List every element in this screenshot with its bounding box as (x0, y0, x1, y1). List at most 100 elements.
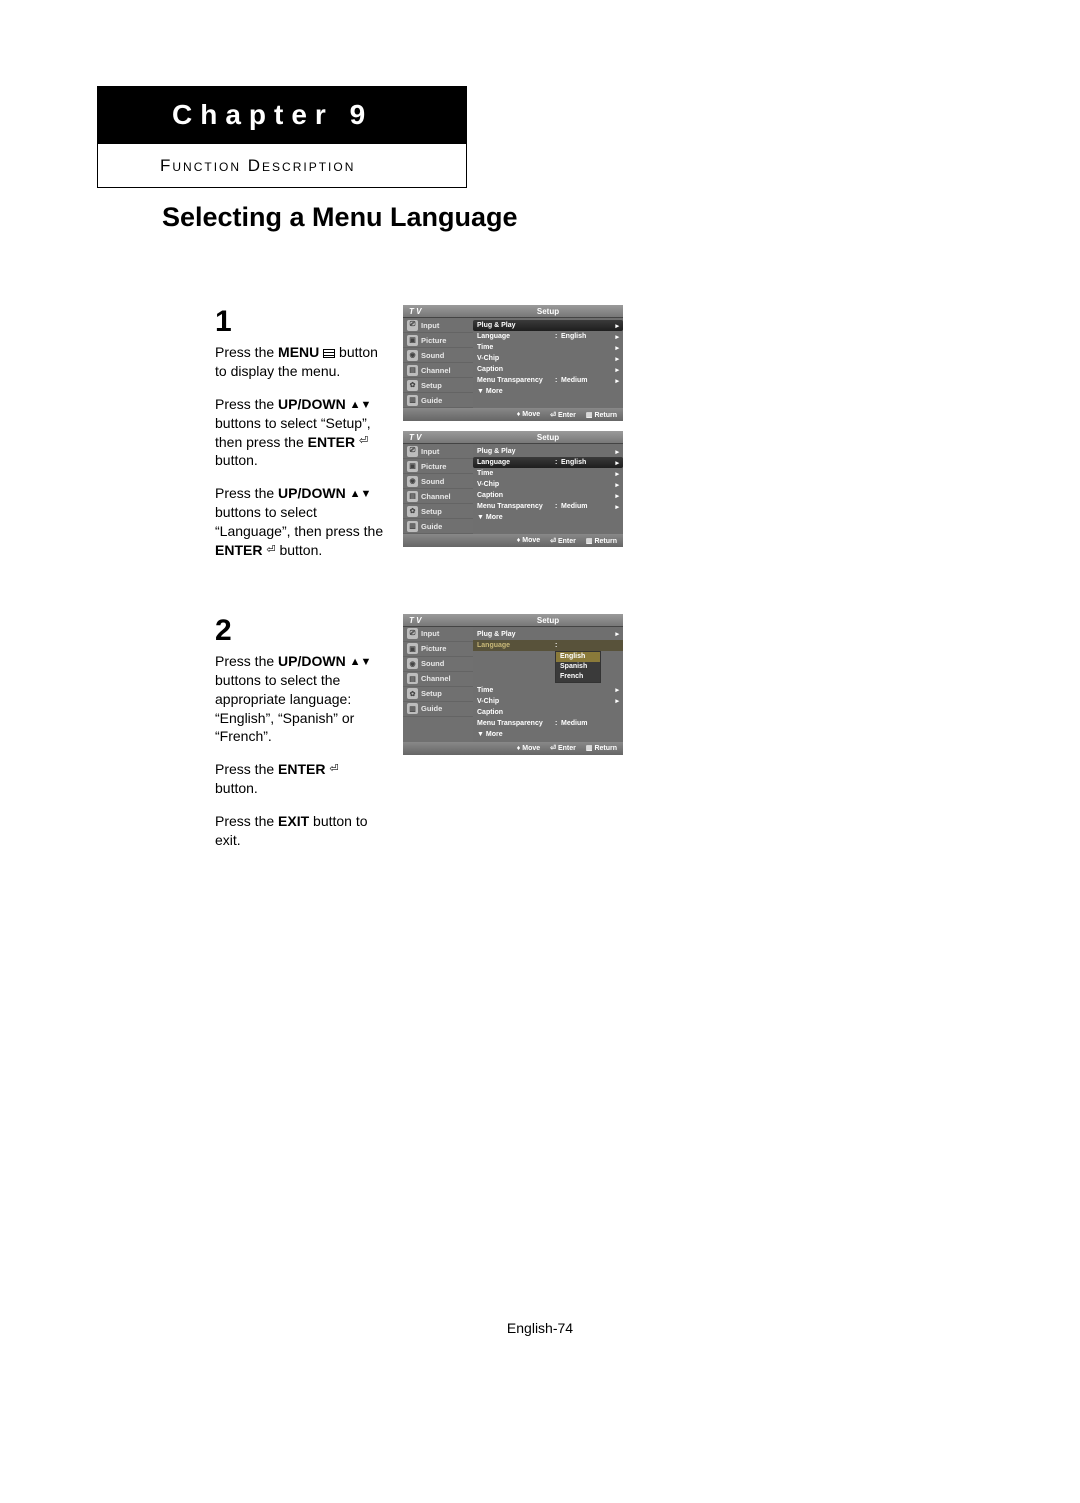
instruction: Press the MENU button to display the men… (215, 343, 385, 381)
instruction: Press the UP/DOWN ▲▼ buttons to select t… (215, 652, 385, 746)
updown-icon: ▲▼ (350, 398, 372, 413)
step-2-text: 2 Press the UP/DOWN ▲▼ buttons to select… (215, 614, 385, 864)
osd-sidebar: ⎚Input ▣Picture ◉Sound ▤Channel ✿Setup ▥… (403, 318, 473, 408)
step-2: 2 Press the UP/DOWN ▲▼ buttons to select… (215, 614, 895, 864)
footer-move: ♦ Move (517, 537, 540, 544)
osd-main: Plug & Play▸ Language:English▸ Time▸ V-C… (473, 444, 623, 534)
setup-icon: ✿ (407, 506, 418, 517)
row-plugplay: Plug & Play▸ (473, 320, 623, 331)
osd-main: Plug & Play▸ Language:English▸ Time▸ V-C… (473, 318, 623, 408)
sidebar-item-guide: ▥Guide (403, 519, 473, 534)
enter-icon: ⏎ (329, 762, 338, 777)
chevron-right-icon: ▸ (615, 697, 619, 705)
osd-setup-label: Setup (473, 431, 623, 444)
picture-icon: ▣ (407, 643, 418, 654)
chevron-right-icon: ▸ (615, 366, 619, 374)
osd-footer: ♦ Move ⏎ Enter ▥ Return (403, 742, 623, 755)
sidebar-item-channel: ▤Channel (403, 672, 473, 687)
chevron-right-icon: ▸ (615, 333, 619, 341)
sidebar-item-channel: ▤Channel (403, 363, 473, 378)
row-more: ▼ More (473, 512, 623, 523)
sound-icon: ◉ (407, 476, 418, 487)
section-header: Function Description (97, 144, 467, 188)
step-number: 2 (215, 614, 385, 648)
sidebar-item-setup: ✿Setup (403, 378, 473, 393)
updown-icon: ▲▼ (350, 487, 372, 502)
step-1: 1 Press the MENU button to display the m… (215, 305, 895, 574)
language-dropdown: English Spanish French (555, 651, 601, 683)
step-2-screens: T V Setup ⎚Input ▣Picture ◉Sound ▤Channe… (403, 614, 623, 755)
step-1-screens: T V Setup ⎚Input ▣Picture ◉Sound ▤Channe… (403, 305, 623, 547)
row-more: ▼ More (473, 729, 623, 740)
sidebar-item-input: ⎚Input (403, 318, 473, 333)
chapter-label: Chapter 9 (172, 99, 373, 131)
chevron-right-icon: ▸ (615, 355, 619, 363)
chevron-right-icon: ▸ (615, 470, 619, 478)
chevron-right-icon: ▸ (615, 459, 619, 467)
osd-screen: T V Setup ⎚Input ▣Picture ◉Sound ▤Channe… (403, 305, 623, 421)
sidebar-item-setup: ✿Setup (403, 504, 473, 519)
manual-page: Chapter 9 Function Description Selecting… (97, 86, 983, 864)
instruction: Press the UP/DOWN ▲▼ buttons to select “… (215, 395, 385, 471)
step-1-text: 1 Press the MENU button to display the m… (215, 305, 385, 574)
chevron-right-icon: ▸ (615, 448, 619, 456)
sidebar-item-setup: ✿Setup (403, 687, 473, 702)
row-language: Language:English▸ (473, 331, 623, 342)
updown-icon: ▲▼ (350, 655, 372, 670)
guide-icon: ▥ (407, 395, 418, 406)
row-plugplay: Plug & Play▸ (473, 446, 623, 457)
sound-icon: ◉ (407, 658, 418, 669)
enter-icon: ⏎ (359, 434, 368, 449)
sidebar-item-picture: ▣Picture (403, 333, 473, 348)
sidebar-item-guide: ▥Guide (403, 393, 473, 408)
osd-setup-label: Setup (473, 305, 623, 318)
lang-option-french: French (556, 672, 600, 682)
osd-screen: T V Setup ⎚Input ▣Picture ◉Sound ▤Channe… (403, 614, 623, 755)
row-time: Time▸ (473, 685, 623, 696)
page-title: Selecting a Menu Language (162, 202, 983, 233)
menu-icon (323, 349, 335, 358)
row-caption: Caption▸ (473, 490, 623, 501)
sidebar-item-sound: ◉Sound (403, 474, 473, 489)
row-transparency: Menu Transparency:Medium▸ (473, 501, 623, 512)
footer-move: ♦ Move (517, 411, 540, 418)
instruction: Press the UP/DOWN ▲▼ buttons to select “… (215, 484, 385, 560)
section-label: Function Description (160, 156, 355, 176)
row-transparency: Menu Transparency:Medium (473, 718, 623, 729)
row-language: Language:English▸ (473, 457, 623, 468)
instruction: Press the ENTER ⏎ button. (215, 760, 385, 798)
guide-icon: ▥ (407, 703, 418, 714)
osd-screen: T V Setup ⎚Input ▣Picture ◉Sound ▤Channe… (403, 431, 623, 547)
page-number: English-74 (0, 1320, 1080, 1336)
enter-icon: ⏎ (266, 543, 275, 558)
footer-enter: ⏎ Enter (550, 744, 576, 752)
picture-icon: ▣ (407, 461, 418, 472)
channel-icon: ▤ (407, 365, 418, 376)
channel-icon: ▤ (407, 491, 418, 502)
chevron-right-icon: ▸ (615, 686, 619, 694)
sound-icon: ◉ (407, 350, 418, 361)
lang-option-spanish: Spanish (556, 662, 600, 672)
picture-icon: ▣ (407, 335, 418, 346)
row-caption: Caption▸ (473, 364, 623, 375)
row-language: Language: (473, 640, 623, 651)
guide-icon: ▥ (407, 521, 418, 532)
channel-icon: ▤ (407, 673, 418, 684)
sidebar-item-input: ⎚Input (403, 627, 473, 642)
sidebar-item-guide: ▥Guide (403, 702, 473, 717)
sidebar-item-sound: ◉Sound (403, 348, 473, 363)
chapter-header: Chapter 9 (97, 86, 467, 144)
sidebar-item-input: ⎚Input (403, 444, 473, 459)
input-icon: ⎚ (407, 628, 418, 639)
chevron-right-icon: ▸ (615, 322, 619, 330)
osd-tv-label: T V (403, 431, 473, 444)
step-number: 1 (215, 305, 385, 339)
osd-footer: ♦ Move ⏎ Enter ▥ Return (403, 534, 623, 547)
footer-enter: ⏎ Enter (550, 537, 576, 545)
osd-main: Plug & Play▸ Language: English Spanish F… (473, 627, 623, 742)
row-vchip: V-Chip▸ (473, 696, 623, 707)
row-time: Time▸ (473, 468, 623, 479)
osd-sidebar: ⎚Input ▣Picture ◉Sound ▤Channel ✿Setup ▥… (403, 627, 473, 742)
row-plugplay: Plug & Play▸ (473, 629, 623, 640)
osd-tv-label: T V (403, 305, 473, 318)
